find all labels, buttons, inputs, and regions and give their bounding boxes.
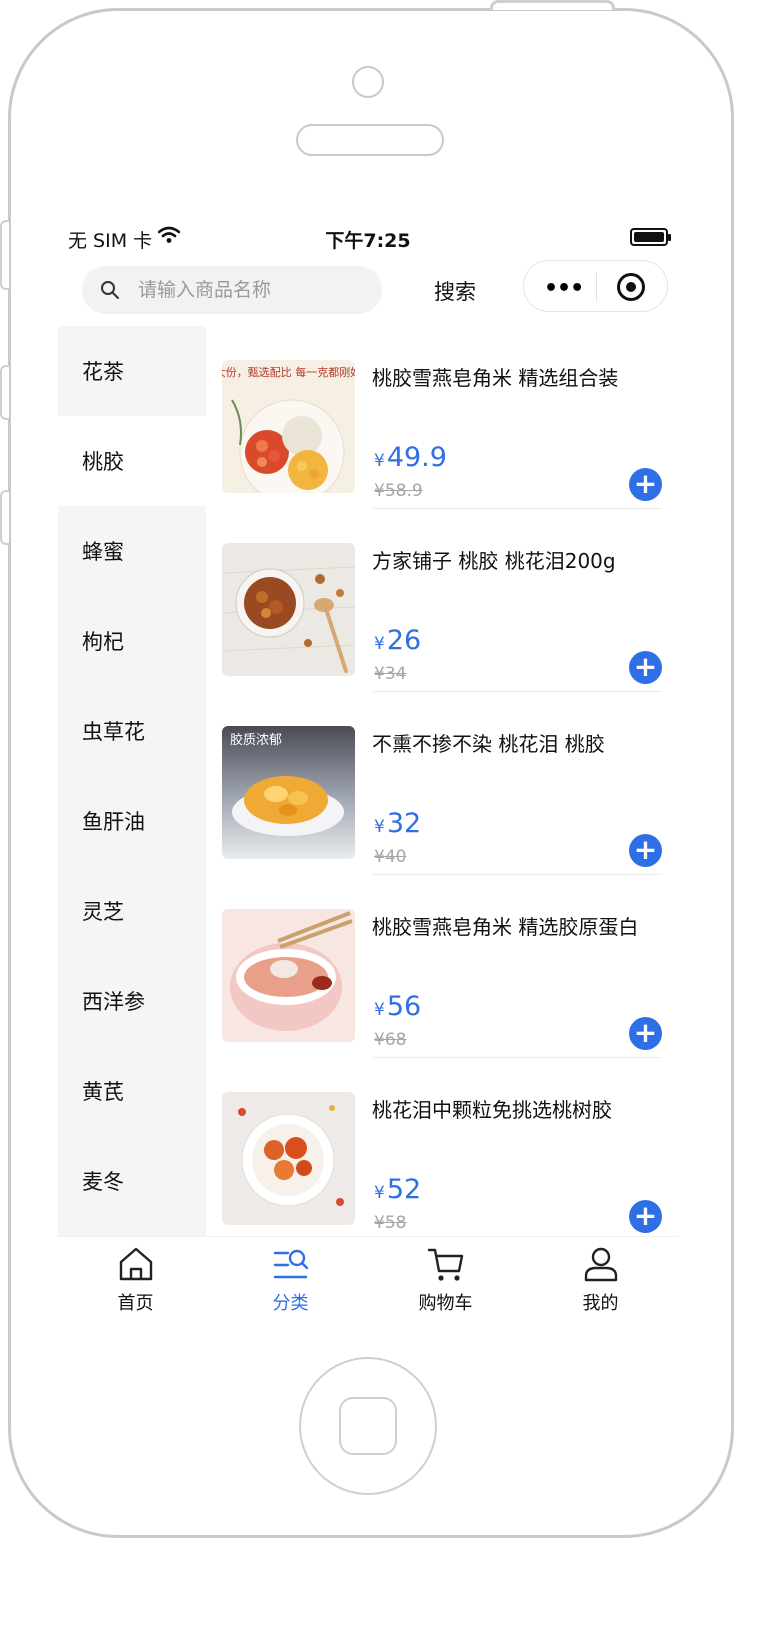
product-list: 大份，甄选配比 每一克都刚好 桃胶雪燕皂角米 精选组合装 ¥49.9 ¥58.9…	[206, 326, 678, 1236]
add-to-cart-button[interactable]: +	[629, 834, 662, 867]
cart-icon	[427, 1248, 463, 1281]
svg-text:大份，甄选配比 每一克都刚好: 大份，甄选配比 每一克都刚好	[222, 365, 355, 379]
volume-down-button	[0, 490, 9, 545]
product-image[interactable]	[222, 1092, 355, 1225]
earpiece-speaker	[296, 124, 444, 156]
tab-bar: 首页 分类 购物车 我的	[58, 1236, 678, 1344]
product-price: ¥26	[374, 625, 422, 656]
search-input[interactable]	[138, 276, 368, 304]
status-time: 下午7:25	[325, 230, 411, 252]
product-item[interactable]: 桃花泪中颗粒免挑选桃树胶 ¥52 ¥58 +	[206, 1058, 678, 1241]
add-to-cart-button[interactable]: +	[629, 1017, 662, 1050]
front-camera	[352, 66, 384, 98]
product-price: ¥49.9	[374, 442, 447, 473]
mini-program-capsule: •••	[523, 260, 668, 312]
category-item[interactable]: 蜂蜜	[58, 506, 206, 596]
category-item[interactable]: 灵芝	[58, 866, 206, 956]
product-original-price: ¥68	[374, 1030, 407, 1050]
product-original-price: ¥58	[374, 1213, 407, 1233]
tab-cart[interactable]: 购物车	[368, 1245, 523, 1315]
category-sidebar: 花茶 桃胶 蜂蜜 枸杞 虫草花 鱼肝油 灵芝 西洋参 黄芪 麦冬	[58, 326, 206, 1236]
product-original-price: ¥34	[374, 664, 407, 684]
category-item-active[interactable]: 桃胶	[58, 416, 206, 506]
user-icon	[584, 1247, 617, 1282]
more-dots-icon[interactable]: •••	[544, 276, 584, 301]
product-item[interactable]: 大份，甄选配比 每一克都刚好 桃胶雪燕皂角米 精选组合装 ¥49.9 ¥58.9…	[206, 326, 678, 509]
svg-text:胶质浓郁: 胶质浓郁	[230, 732, 282, 748]
product-title[interactable]: 方家铺子 桃胶 桃花泪200g	[372, 545, 662, 574]
tab-mine[interactable]: 我的	[523, 1245, 678, 1315]
product-original-price: ¥40	[374, 847, 407, 867]
product-title[interactable]: 桃胶雪燕皂角米 精选胶原蛋白	[372, 911, 662, 940]
power-button	[490, 0, 615, 10]
status-bar: 无 SIM 卡 下午7:25	[58, 214, 678, 260]
product-price: ¥56	[374, 991, 422, 1022]
search-icon	[101, 281, 119, 299]
product-item[interactable]: 方家铺子 桃胶 桃花泪200g ¥26 ¥34 +	[206, 509, 678, 692]
category-item[interactable]: 麦冬	[58, 1136, 206, 1226]
category-search-icon	[273, 1249, 308, 1279]
category-item[interactable]: 虫草花	[58, 686, 206, 776]
category-item[interactable]: 枸杞	[58, 596, 206, 686]
product-image[interactable]	[222, 543, 355, 676]
product-price: ¥32	[374, 808, 422, 839]
add-to-cart-button[interactable]: +	[629, 468, 662, 501]
product-image[interactable]: 胶质浓郁	[222, 726, 355, 859]
mute-switch	[0, 220, 9, 290]
product-original-price: ¥58.9	[374, 481, 423, 501]
app-screen: 无 SIM 卡 下午7:25 搜索 ••• 花茶 桃胶 蜂蜜 枸杞 虫草花 鱼肝…	[58, 214, 678, 1344]
capsule-divider	[596, 273, 597, 301]
tab-home[interactable]: 首页	[58, 1245, 213, 1315]
volume-up-button	[0, 365, 9, 420]
product-item[interactable]: 胶质浓郁 不熏不掺不染 桃花泪 桃胶 ¥32 ¥40 +	[206, 692, 678, 875]
product-price: ¥52	[374, 1174, 422, 1205]
category-item[interactable]: 花茶	[58, 326, 206, 416]
product-title[interactable]: 桃胶雪燕皂角米 精选组合装	[372, 362, 662, 391]
category-item[interactable]: 鱼肝油	[58, 776, 206, 866]
search-button[interactable]: 搜索	[434, 276, 476, 306]
tab-category[interactable]: 分类	[213, 1245, 368, 1315]
product-item[interactable]: 桃胶雪燕皂角米 精选胶原蛋白 ¥56 ¥68 +	[206, 875, 678, 1058]
add-to-cart-button[interactable]: +	[629, 651, 662, 684]
battery-icon	[630, 228, 671, 246]
search-bar[interactable]	[82, 266, 382, 314]
product-title[interactable]: 桃花泪中颗粒免挑选桃树胶	[372, 1094, 662, 1123]
home-icon	[119, 1247, 152, 1281]
home-button-icon	[339, 1397, 397, 1455]
product-image[interactable]: 大份，甄选配比 每一克都刚好	[222, 360, 355, 493]
category-item[interactable]: 西洋参	[58, 956, 206, 1046]
target-circle-icon[interactable]	[617, 273, 645, 301]
category-item[interactable]: 黄芪	[58, 1046, 206, 1136]
product-image[interactable]	[222, 909, 355, 1042]
product-title[interactable]: 不熏不掺不染 桃花泪 桃胶	[372, 728, 662, 757]
add-to-cart-button[interactable]: +	[629, 1200, 662, 1233]
